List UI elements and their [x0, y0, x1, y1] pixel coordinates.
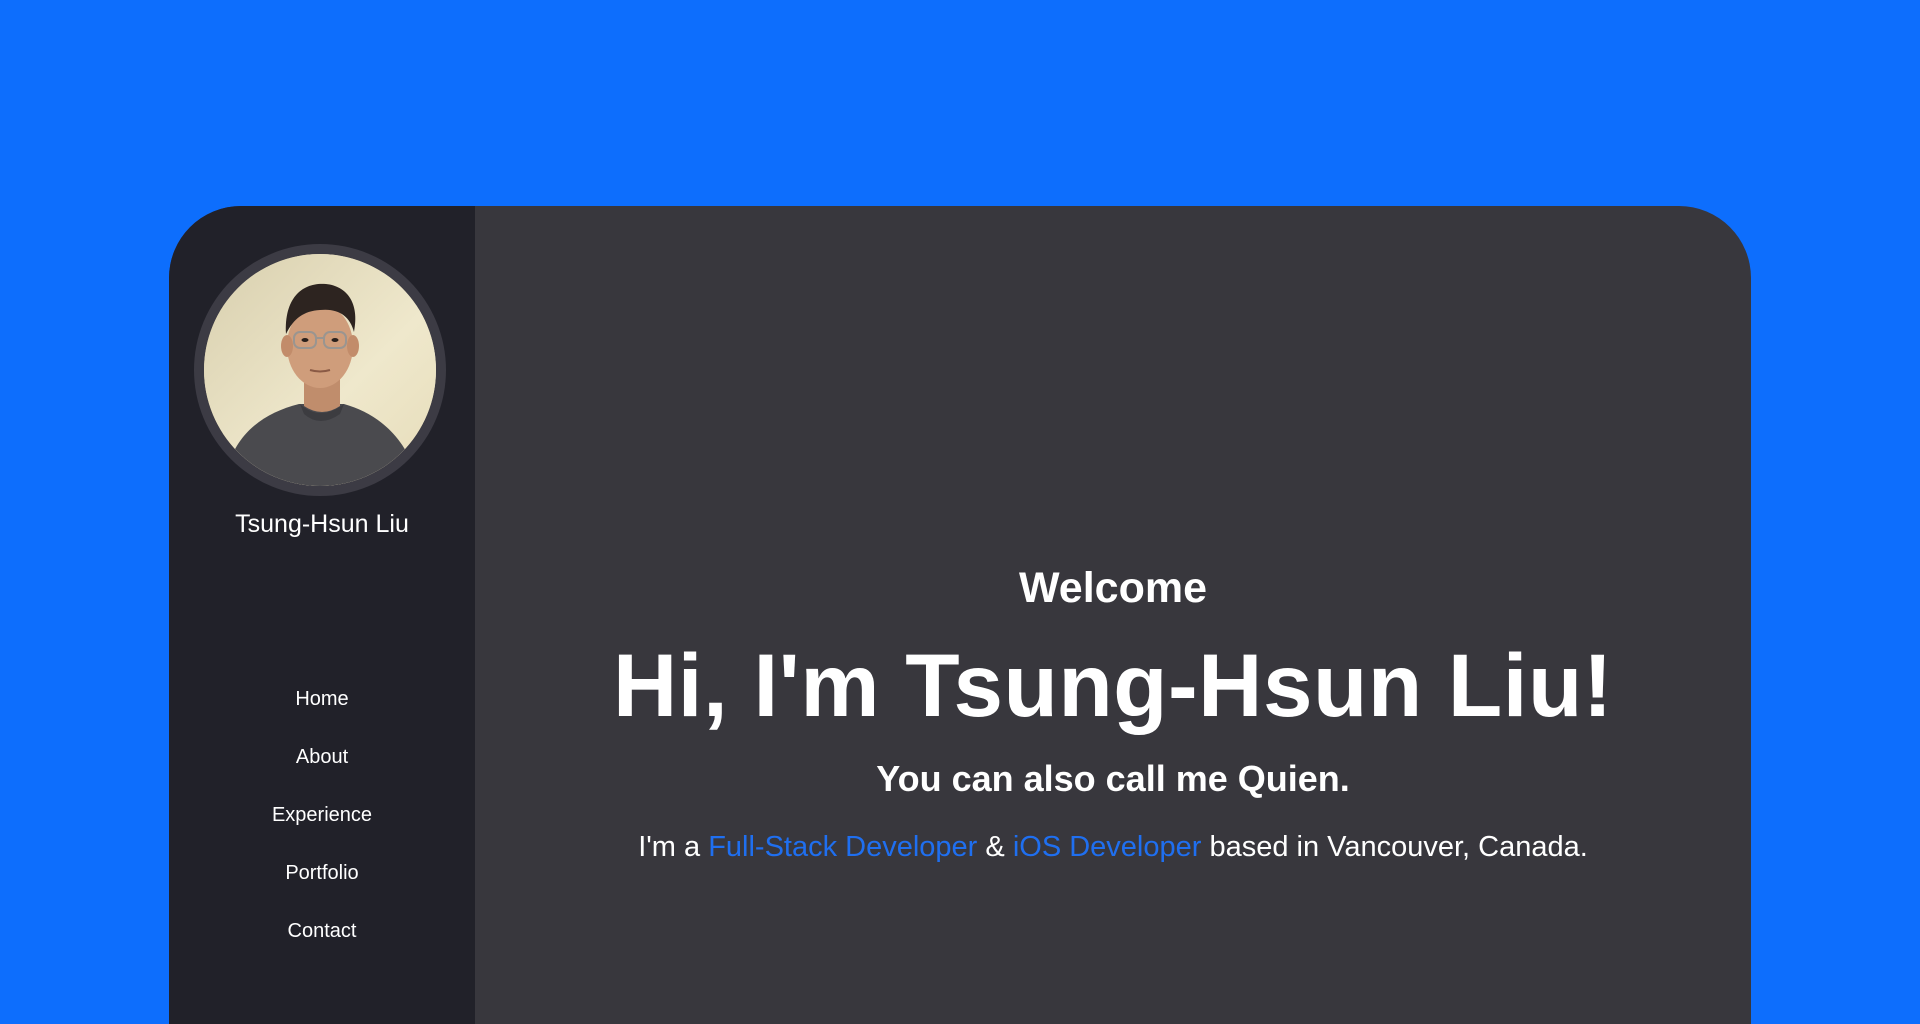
- nav-item-contact[interactable]: Contact: [169, 916, 475, 974]
- nav-item-label[interactable]: Portfolio: [285, 862, 358, 884]
- hero-subhead: You can also call me Quien.: [876, 758, 1350, 799]
- nav-item-label[interactable]: About: [296, 746, 348, 768]
- avatar-photo: [204, 254, 436, 486]
- hero-section: Welcome Hi, I'm Tsung-Hsun Liu! You can …: [475, 206, 1751, 1024]
- nav-item-label[interactable]: Home: [295, 688, 348, 710]
- nav-item-home[interactable]: Home: [169, 684, 475, 742]
- nav-item-about[interactable]: About: [169, 742, 475, 800]
- avatar: [204, 254, 436, 486]
- nav-item-portfolio[interactable]: Portfolio: [169, 858, 475, 916]
- avatar-ring: [194, 244, 446, 496]
- tagline-amp: &: [977, 831, 1013, 863]
- welcome-heading: Welcome: [1019, 564, 1207, 612]
- role-full-stack: Full-Stack Developer: [708, 831, 978, 863]
- sidebar-name: Tsung-Hsun Liu: [235, 510, 409, 538]
- portfolio-card: Tsung-Hsun Liu Home About Experience Por…: [169, 206, 1751, 1024]
- sidebar: Tsung-Hsun Liu Home About Experience Por…: [169, 206, 475, 1024]
- nav-item-label[interactable]: Experience: [272, 804, 372, 826]
- nav-item-label[interactable]: Contact: [288, 920, 357, 942]
- tagline-prefix: I'm a: [638, 831, 709, 863]
- hero-headline: Hi, I'm Tsung-Hsun Liu!: [612, 635, 1614, 735]
- hero-tagline: I'm a Full-Stack Developer & iOS Develop…: [475, 831, 1751, 864]
- role-ios: iOS Developer: [1012, 831, 1202, 863]
- sidebar-nav: Home About Experience Portfolio Contact: [169, 684, 475, 974]
- nav-item-experience[interactable]: Experience: [169, 800, 475, 858]
- tagline-suffix: based in Vancouver, Canada.: [1201, 831, 1588, 863]
